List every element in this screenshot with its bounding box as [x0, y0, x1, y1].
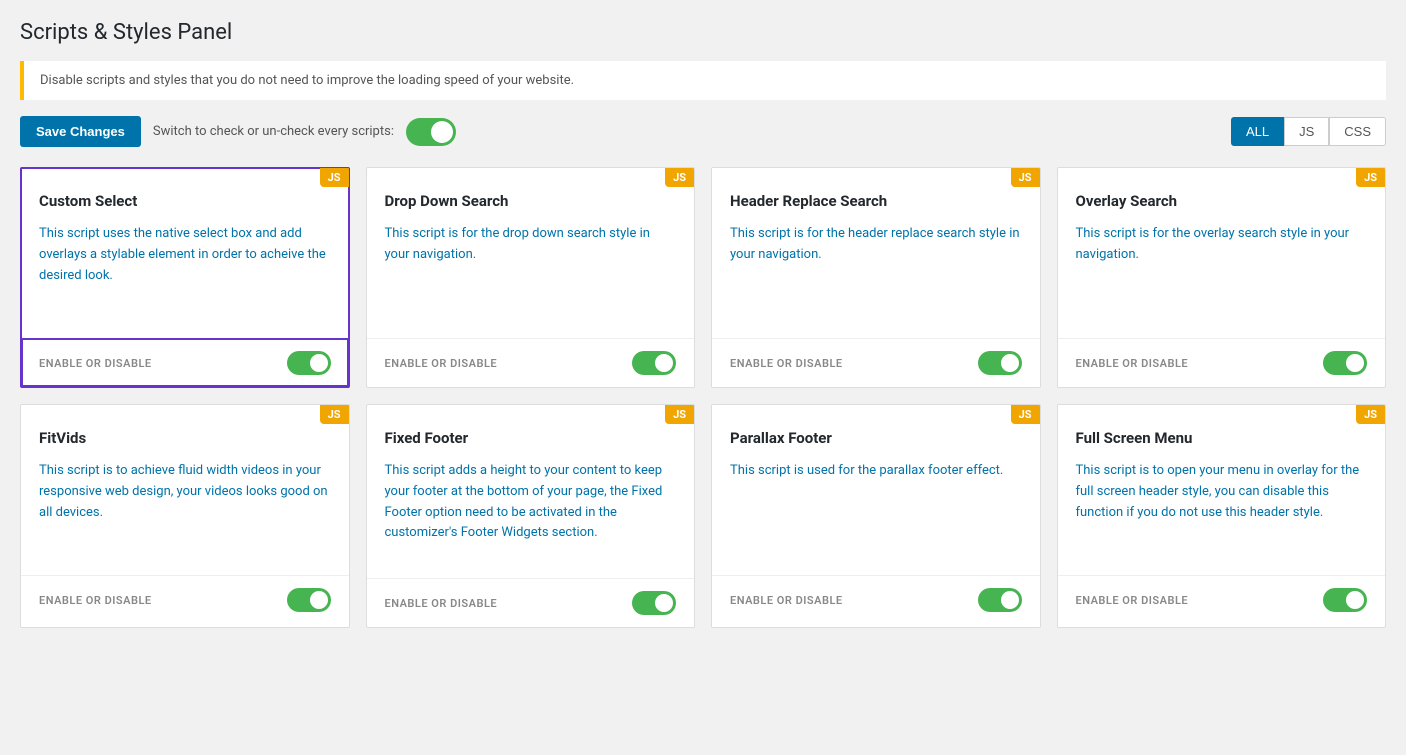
- enable-label-parallax-footer: ENABLE OR DISABLE: [730, 594, 843, 607]
- toggle-drop-down-search[interactable]: [632, 351, 676, 375]
- save-button[interactable]: Save Changes: [20, 116, 141, 147]
- card-badge-drop-down-search: JS: [665, 168, 694, 187]
- card-badge-custom-select: JS: [320, 168, 349, 187]
- card-inner: JS Fixed Footer This script adds a heigh…: [367, 405, 695, 578]
- enable-label-fitvids: ENABLE OR DISABLE: [39, 594, 152, 607]
- card-inner: JS Full Screen Menu This script is to op…: [1058, 405, 1386, 575]
- card-footer-parallax-footer: ENABLE OR DISABLE: [712, 575, 1040, 624]
- toggle-slider-fitvids: [287, 588, 331, 612]
- toggle-header-replace-search[interactable]: [978, 351, 1022, 375]
- card-header-replace-search: JS Header Replace Search This script is …: [711, 167, 1041, 388]
- card-inner: JS Header Replace Search This script is …: [712, 168, 1040, 338]
- card-inner: JS Drop Down Search This script is for t…: [367, 168, 695, 338]
- card-footer-custom-select: ENABLE OR DISABLE: [21, 338, 349, 387]
- card-drop-down-search: JS Drop Down Search This script is for t…: [366, 167, 696, 388]
- card-badge-overlay-search: JS: [1356, 168, 1385, 187]
- card-title-custom-select: Custom Select: [39, 192, 331, 210]
- card-footer-fixed-footer: ENABLE OR DISABLE: [367, 578, 695, 627]
- toggle-overlay-search[interactable]: [1323, 351, 1367, 375]
- card-inner: JS Overlay Search This script is for the…: [1058, 168, 1386, 338]
- global-toggle-slider: [406, 118, 456, 146]
- toggle-full-screen-menu[interactable]: [1323, 588, 1367, 612]
- card-desc-header-replace-search: This script is for the header replace se…: [730, 224, 1022, 304]
- card-badge-header-replace-search: JS: [1011, 168, 1040, 187]
- card-fitvids: JS FitVids This script is to achieve flu…: [20, 404, 350, 628]
- enable-label-custom-select: ENABLE OR DISABLE: [39, 357, 152, 370]
- card-desc-overlay-search: This script is for the overlay search st…: [1076, 224, 1368, 304]
- toolbar: Save Changes Switch to check or un-check…: [20, 116, 1386, 147]
- toggle-fitvids[interactable]: [287, 588, 331, 612]
- enable-label-full-screen-menu: ENABLE OR DISABLE: [1076, 594, 1189, 607]
- enable-label-drop-down-search: ENABLE OR DISABLE: [385, 357, 498, 370]
- cards-grid: JS Custom Select This script uses the na…: [20, 167, 1386, 628]
- page-title: Scripts & Styles Panel: [20, 20, 1386, 45]
- toolbar-left: Save Changes Switch to check or un-check…: [20, 116, 456, 147]
- card-full-screen-menu: JS Full Screen Menu This script is to op…: [1057, 404, 1387, 628]
- filter-js-button[interactable]: JS: [1284, 117, 1329, 146]
- card-desc-full-screen-menu: This script is to open your menu in over…: [1076, 461, 1368, 541]
- card-badge-full-screen-menu: JS: [1356, 405, 1385, 424]
- card-desc-custom-select: This script uses the native select box a…: [39, 224, 331, 304]
- card-desc-drop-down-search: This script is for the drop down search …: [385, 224, 677, 304]
- toggle-slider-header-replace-search: [978, 351, 1022, 375]
- card-badge-fixed-footer: JS: [665, 405, 694, 424]
- card-inner: JS Custom Select This script uses the na…: [21, 168, 349, 338]
- card-footer-header-replace-search: ENABLE OR DISABLE: [712, 338, 1040, 387]
- card-desc-fixed-footer: This script adds a height to your conten…: [385, 461, 677, 544]
- toggle-fixed-footer[interactable]: [632, 591, 676, 615]
- card-fixed-footer: JS Fixed Footer This script adds a heigh…: [366, 404, 696, 628]
- card-desc-parallax-footer: This script is used for the parallax foo…: [730, 461, 1022, 541]
- card-parallax-footer: JS Parallax Footer This script is used f…: [711, 404, 1041, 628]
- toggle-slider-parallax-footer: [978, 588, 1022, 612]
- enable-label-overlay-search: ENABLE OR DISABLE: [1076, 357, 1189, 370]
- enable-label-header-replace-search: ENABLE OR DISABLE: [730, 357, 843, 370]
- toggle-slider-drop-down-search: [632, 351, 676, 375]
- card-badge-fitvids: JS: [320, 405, 349, 424]
- card-custom-select: JS Custom Select This script uses the na…: [20, 167, 350, 388]
- card-title-fitvids: FitVids: [39, 429, 331, 447]
- switch-label: Switch to check or un-check every script…: [153, 124, 394, 139]
- card-inner: JS FitVids This script is to achieve flu…: [21, 405, 349, 575]
- card-title-drop-down-search: Drop Down Search: [385, 192, 677, 210]
- card-footer-overlay-search: ENABLE OR DISABLE: [1058, 338, 1386, 387]
- card-title-header-replace-search: Header Replace Search: [730, 192, 1022, 210]
- filter-css-button[interactable]: CSS: [1329, 117, 1386, 146]
- card-footer-full-screen-menu: ENABLE OR DISABLE: [1058, 575, 1386, 624]
- card-title-overlay-search: Overlay Search: [1076, 192, 1368, 210]
- card-title-parallax-footer: Parallax Footer: [730, 429, 1022, 447]
- toggle-custom-select[interactable]: [287, 351, 331, 375]
- global-toggle[interactable]: [406, 118, 456, 146]
- card-desc-fitvids: This script is to achieve fluid width vi…: [39, 461, 331, 541]
- card-footer-drop-down-search: ENABLE OR DISABLE: [367, 338, 695, 387]
- card-badge-parallax-footer: JS: [1011, 405, 1040, 424]
- toggle-slider-overlay-search: [1323, 351, 1367, 375]
- card-inner: JS Parallax Footer This script is used f…: [712, 405, 1040, 575]
- filter-all-button[interactable]: ALL: [1231, 117, 1284, 146]
- card-title-full-screen-menu: Full Screen Menu: [1076, 429, 1368, 447]
- toggle-slider-fixed-footer: [632, 591, 676, 615]
- toggle-slider-custom-select: [287, 351, 331, 375]
- notice-bar: Disable scripts and styles that you do n…: [20, 61, 1386, 100]
- notice-text: Disable scripts and styles that you do n…: [40, 73, 574, 88]
- card-footer-fitvids: ENABLE OR DISABLE: [21, 575, 349, 624]
- card-overlay-search: JS Overlay Search This script is for the…: [1057, 167, 1387, 388]
- toggle-slider-full-screen-menu: [1323, 588, 1367, 612]
- filter-group: ALL JS CSS: [1231, 117, 1386, 146]
- enable-label-fixed-footer: ENABLE OR DISABLE: [385, 597, 498, 610]
- card-title-fixed-footer: Fixed Footer: [385, 429, 677, 447]
- toggle-parallax-footer[interactable]: [978, 588, 1022, 612]
